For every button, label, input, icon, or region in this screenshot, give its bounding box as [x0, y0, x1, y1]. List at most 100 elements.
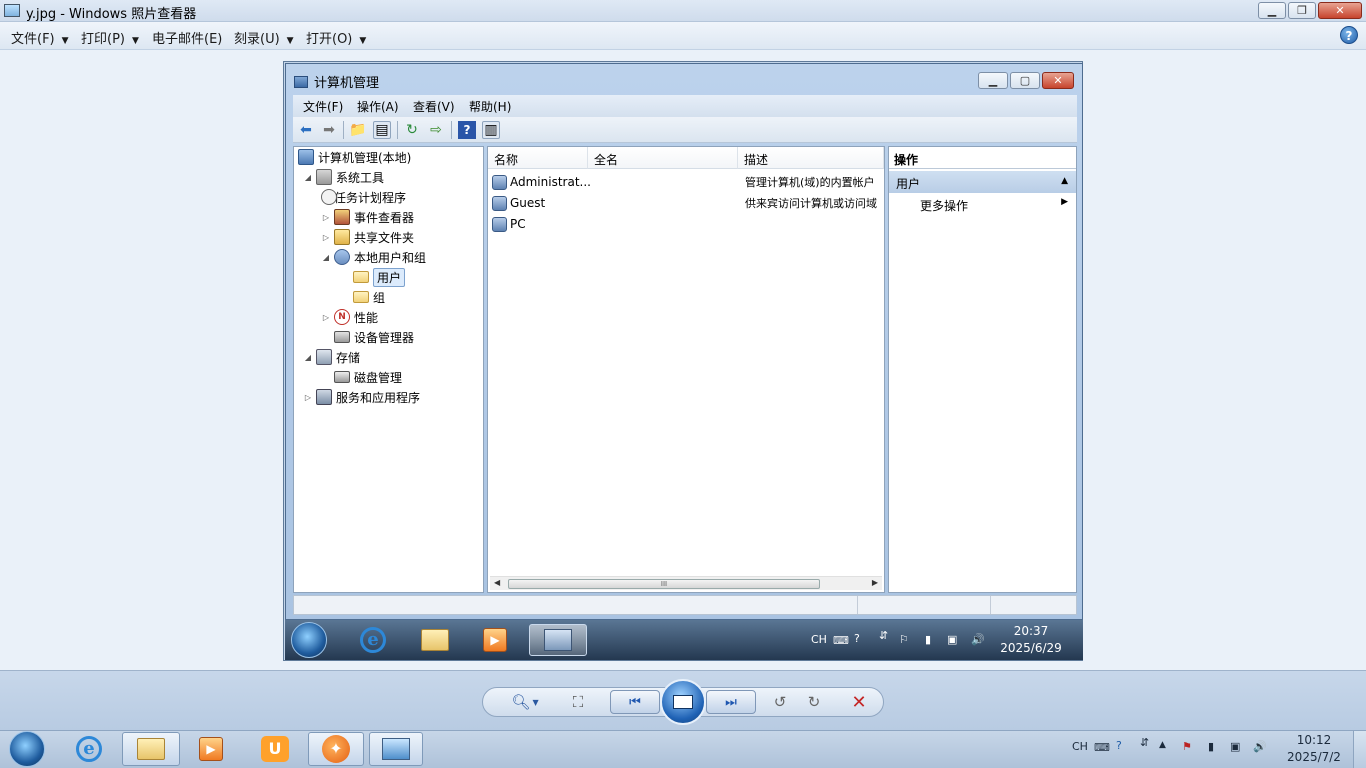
more-actions-item[interactable]: 更多操作 ▶: [920, 197, 1070, 214]
column-header-description[interactable]: 描述: [738, 147, 884, 169]
table-row[interactable]: Guest 供来宾访问计算机或访问域: [492, 193, 882, 213]
u-app-taskbar-button[interactable]: U: [250, 732, 300, 766]
start-orb-icon[interactable]: [9, 731, 45, 767]
cm-menu-help[interactable]: 帮助(H): [469, 98, 511, 115]
cm-maximize-button[interactable]: ▢: [1010, 72, 1040, 89]
media-player-taskbar-button[interactable]: ▶: [186, 732, 236, 766]
rotate-counterclockwise-icon[interactable]: ↺: [770, 692, 790, 712]
battery-icon[interactable]: ▮: [1208, 740, 1214, 753]
tree-node-groups[interactable]: 组: [353, 287, 385, 307]
help-icon[interactable]: ?: [1116, 739, 1122, 752]
table-row[interactable]: Administrat... 管理计算机(域)的内置帐户: [492, 172, 882, 192]
network-icon[interactable]: ▣: [1230, 740, 1240, 753]
column-header-name[interactable]: 名称: [488, 147, 588, 169]
minimize-button[interactable]: ▁: [1258, 2, 1286, 19]
delete-icon[interactable]: ✕: [848, 692, 870, 713]
horizontal-scrollbar[interactable]: ◀ III ▶: [490, 576, 882, 590]
collapsed-arrow-icon[interactable]: ▷: [321, 233, 331, 242]
users-icon: [334, 249, 350, 265]
menu-print[interactable]: 打印(P) ▼: [81, 28, 139, 47]
user-name: Administrat...: [510, 175, 591, 189]
zoom-icon[interactable]: 🔍︎ ▼: [509, 692, 541, 712]
tree-node-disk-management[interactable]: 磁盘管理: [334, 367, 402, 387]
next-button[interactable]: ⏭: [706, 690, 756, 714]
help-icon[interactable]: ?: [1340, 26, 1358, 44]
tree-node-device-manager[interactable]: 设备管理器: [334, 327, 414, 347]
cm-minimize-button[interactable]: ▁: [978, 72, 1008, 89]
next-icon: ⏭: [725, 694, 737, 710]
close-button[interactable]: ✕: [1318, 2, 1362, 19]
cm-menu-action[interactable]: 操作(A): [357, 98, 399, 115]
cm-close-button[interactable]: ✕: [1042, 72, 1074, 89]
orange-app-taskbar-button[interactable]: ✦: [308, 732, 364, 766]
tree-node-storage[interactable]: ◢ 存储: [303, 347, 360, 367]
cm-menu-file[interactable]: 文件(F): [303, 98, 343, 115]
user-icon: [492, 174, 507, 190]
cm-menu-view[interactable]: 查看(V): [413, 98, 455, 115]
export-list-icon[interactable]: ⇨: [427, 121, 445, 139]
menu-email[interactable]: 电子邮件(E): [152, 28, 222, 47]
rotate-clockwise-icon[interactable]: ↻: [804, 692, 824, 712]
menu-open[interactable]: 打开(O) ▼: [306, 28, 366, 47]
tree-node-services-applications[interactable]: ▷ 服务和应用程序: [303, 387, 420, 407]
photo-viewer-taskbar-button[interactable]: [369, 732, 423, 766]
host-clock[interactable]: 10:12 2025/7/2: [1280, 732, 1348, 766]
language-indicator[interactable]: CH: [1072, 740, 1088, 753]
collapsed-arrow-icon[interactable]: ▷: [321, 213, 331, 222]
window-title: y.jpg - Windows 照片查看器: [26, 7, 197, 22]
show-hidden-icons-icon[interactable]: ▲: [1159, 740, 1166, 750]
tree-node-local-users-groups[interactable]: ◢ 本地用户和组: [321, 247, 426, 267]
tree-node-shared-folders[interactable]: ▷ 共享文件夹: [321, 227, 414, 247]
expanded-arrow-icon[interactable]: ◢: [321, 253, 331, 262]
storage-icon: [316, 349, 332, 365]
media-player-taskbar-icon: ▶: [475, 624, 515, 656]
collapse-up-icon[interactable]: ▲: [1061, 176, 1068, 186]
folder-icon: [353, 291, 369, 303]
actions-section-users[interactable]: 用户 ▲: [889, 171, 1076, 193]
explorer-taskbar-button[interactable]: [122, 732, 180, 766]
scroll-right-icon[interactable]: ▶: [872, 578, 878, 587]
refresh-icon[interactable]: ↻: [403, 121, 421, 139]
menu-burn[interactable]: 刻录(U) ▼: [234, 28, 294, 47]
previous-button[interactable]: ⏮: [610, 690, 660, 714]
table-row[interactable]: PC: [492, 214, 882, 234]
tree-node-task-scheduler[interactable]: ▷任务计划程序: [321, 187, 406, 207]
show-hide-action-pane-icon[interactable]: ▥: [482, 121, 500, 139]
slideshow-icon: [673, 695, 693, 709]
performance-icon: N: [334, 309, 350, 325]
expanded-arrow-icon[interactable]: ◢: [303, 173, 313, 182]
actual-size-icon[interactable]: ⛶: [566, 692, 590, 712]
scroll-left-icon[interactable]: ◀: [494, 578, 500, 587]
action-center-flag-icon[interactable]: ⚑: [1182, 740, 1192, 753]
tree-node-system-tools[interactable]: ◢ 系统工具: [303, 167, 384, 187]
cm-title-bar: 计算机管理: [294, 72, 379, 91]
slideshow-button[interactable]: [660, 679, 706, 725]
show-desktop-button[interactable]: [1353, 731, 1366, 768]
submenu-arrow-icon: ▶: [1061, 197, 1068, 207]
collapsed-arrow-icon[interactable]: ▷: [321, 313, 331, 322]
show-hide-tree-icon[interactable]: ▤: [373, 121, 391, 139]
user-description: 管理计算机(域)的内置帐户: [745, 176, 875, 189]
expanded-arrow-icon[interactable]: ◢: [303, 353, 313, 362]
tree-node-users[interactable]: 用户: [353, 267, 406, 287]
tree-node-performance[interactable]: ▷ N 性能: [321, 307, 378, 327]
tree-node-event-viewer[interactable]: ▷ 事件查看器: [321, 207, 414, 227]
ie-taskbar-icon: e: [353, 624, 393, 656]
menu-file[interactable]: 文件(F) ▼: [11, 28, 69, 47]
help-icon[interactable]: ?: [458, 121, 476, 139]
scrollbar-thumb[interactable]: III: [508, 579, 820, 589]
up-folder-icon[interactable]: 📁: [349, 121, 367, 139]
forward-arrow-icon[interactable]: ➡: [320, 121, 338, 139]
column-header-fullname[interactable]: 全名: [588, 147, 738, 169]
restore-button[interactable]: ❐: [1288, 2, 1316, 19]
tree-node-computer-management[interactable]: 计算机管理(本地): [298, 147, 411, 167]
volume-icon[interactable]: 🔊: [1253, 740, 1267, 753]
collapsed-arrow-icon[interactable]: ▷: [303, 393, 313, 402]
keyboard-icon[interactable]: ⌨: [1094, 741, 1110, 754]
computer-management-window: 计算机管理 ▁ ▢ ✕ 文件(F) 操作(A) 查看(V) 帮助(H) ⬅ ➡ …: [285, 63, 1083, 620]
ime-icon[interactable]: ⇵: [1140, 736, 1149, 749]
back-arrow-icon[interactable]: ⬅: [297, 121, 315, 139]
shared-folder-icon: [334, 229, 350, 245]
folder-icon: [353, 271, 369, 283]
ie-taskbar-button[interactable]: e: [64, 732, 114, 766]
